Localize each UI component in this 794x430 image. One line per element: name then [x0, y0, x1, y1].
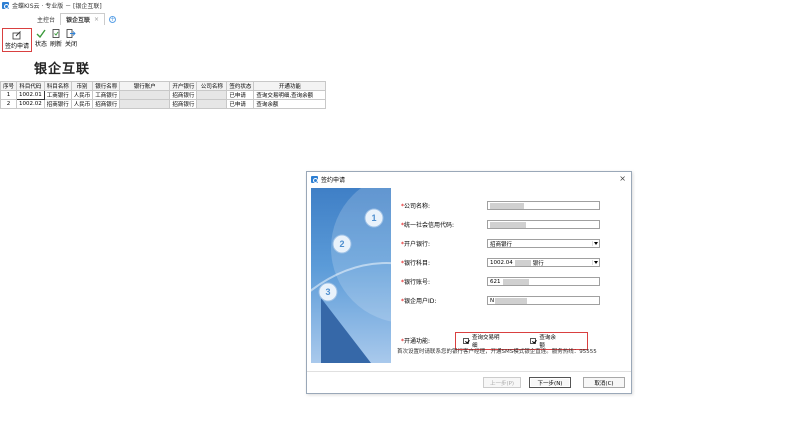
close-button[interactable]: 关闭 — [65, 28, 77, 48]
open-bank-select[interactable]: 招商银行 — [487, 239, 600, 248]
window-title: 金蝶KIS云 · 专业版 － [银企互联] — [12, 3, 102, 10]
cell-sign-status: 已申请 — [226, 90, 255, 100]
table-row[interactable]: 2 1002.02 招商银行 人民币 招商银行 招商银行 已申请 查询余额 — [0, 99, 327, 109]
col-header: 科目代码 — [16, 81, 45, 91]
cell-functions: 查询交易明细,查询余额 — [253, 90, 327, 100]
chevron-down-icon[interactable] — [592, 241, 598, 246]
cell-bank-name: 招商银行 — [92, 99, 121, 109]
tab-console[interactable]: 主控台 — [32, 13, 60, 25]
refresh-button[interactable]: 刷新 — [50, 28, 62, 48]
cell-bank-name: 工商银行 — [92, 90, 121, 100]
cell-subject-name: 工商银行 — [43, 90, 72, 100]
cell-open-bank: 招商银行 — [169, 90, 198, 100]
refresh-icon — [51, 28, 61, 38]
cell-subject-code[interactable]: 1002.01 — [16, 90, 45, 100]
tab-close-icon[interactable]: × — [94, 16, 99, 23]
dialog-close-icon[interactable]: × — [619, 174, 626, 183]
open-bank-row: *开户银行: — [401, 241, 431, 248]
ent-user-id-input[interactable]: N — [487, 296, 600, 305]
prev-step-button[interactable]: 上一步(P) — [483, 377, 521, 388]
query-detail-checkbox[interactable]: 查询交易明细 — [463, 333, 504, 349]
functions-checkbox-group: 查询交易明细 查询余额 — [455, 332, 588, 350]
chevron-down-icon[interactable] — [592, 260, 598, 265]
col-header: 签约状态 — [226, 81, 255, 91]
edit-icon — [12, 30, 22, 40]
step-number: 2 — [339, 239, 344, 249]
cell-company — [196, 90, 228, 100]
col-header: 公司名称 — [196, 81, 228, 91]
page-title: 银企互联 — [34, 62, 91, 77]
col-header: 科目名称 — [43, 81, 72, 91]
sign-apply-button[interactable]: 签约申请 — [2, 28, 33, 52]
credit-code-row: *统一社会信用代码: — [401, 222, 455, 229]
dialog-app-icon — [311, 175, 318, 183]
col-header: 开通功能 — [253, 81, 327, 91]
query-balance-checkbox[interactable]: 查询余额 — [530, 333, 561, 349]
cell-bank-account — [119, 90, 171, 100]
col-header: 银行账户 — [119, 81, 171, 91]
dialog-title: 签约申请 — [321, 176, 346, 184]
table-header-row: 序号 科目代码 科目名称 币别 银行名称 银行账户 开户银行 公司名称 签约状态… — [0, 81, 327, 91]
app-logo-icon — [2, 2, 9, 9]
company-name-input[interactable] — [487, 201, 600, 210]
status-button[interactable]: 状态 — [35, 28, 47, 48]
tab-bank-enterprise[interactable]: 银企互联 × — [60, 13, 106, 25]
col-header: 开户银行 — [169, 81, 198, 91]
cell-subject-name: 招商银行 — [43, 99, 72, 109]
cancel-button[interactable]: 取消(C) — [583, 377, 625, 388]
bank-account-table: 序号 科目代码 科目名称 币别 银行名称 银行账户 开户银行 公司名称 签约状态… — [0, 81, 327, 109]
company-row: *公司名称: — [401, 203, 431, 210]
step-number: 3 — [325, 287, 330, 297]
credit-code-input[interactable] — [487, 220, 600, 229]
service-hint-text: 首次设置时请联系您的银行客户经理，开通SMS模式银企直连。服务热线：95555 — [397, 349, 597, 355]
ent-user-row: *银企用户ID: — [401, 298, 437, 305]
col-header: 银行名称 — [92, 81, 121, 91]
tab-bar: 主控台 银企互联 × + — [0, 12, 794, 25]
cell-currency: 人民币 — [70, 99, 94, 109]
wizard-banner-image: 1 2 3 — [311, 188, 391, 363]
bank-account-input[interactable]: 621 — [487, 277, 600, 286]
table-row[interactable]: 1 1002.01 工商银行 人民币 工商银行 招商银行 已申请 查询交易明细,… — [0, 90, 327, 100]
bank-subject-select[interactable]: 1002.04 银行 — [487, 258, 600, 267]
sign-apply-dialog: 签约申请 × 1 2 3 *公司名称: *统一社会信用代码: *开户银行: 招商… — [306, 171, 632, 394]
dialog-form: *公司名称: *统一社会信用代码: *开户银行: 招商银行 *银行科目: 100… — [397, 186, 631, 366]
dialog-footer: 上一步(P) 下一步(N) 取消(C) — [307, 371, 631, 393]
dialog-titlebar: 签约申请 × — [307, 172, 631, 186]
cell-company — [196, 99, 228, 109]
add-tab-icon[interactable]: + — [109, 16, 117, 23]
cell-index: 2 — [0, 99, 18, 109]
cell-open-bank: 招商银行 — [169, 99, 198, 109]
status-icon — [36, 28, 46, 38]
exit-icon — [66, 28, 76, 38]
toolbar: 签约申请 状态 刷新 关闭 — [0, 26, 794, 53]
title-bar: 金蝶KIS云 · 专业版 － [银企互联] — [0, 0, 794, 11]
bank-account-row: *银行账号: — [401, 279, 431, 286]
bank-subject-row: *银行科目: — [401, 260, 431, 267]
step-number: 1 — [371, 213, 376, 223]
checkbox-checked-icon[interactable] — [530, 338, 537, 344]
checkbox-checked-icon[interactable] — [463, 338, 469, 344]
cell-index: 1 — [0, 90, 18, 100]
cell-currency: 人民币 — [70, 90, 94, 100]
col-header: 序号 — [0, 81, 18, 91]
next-step-button[interactable]: 下一步(N) — [529, 377, 571, 388]
cell-sign-status: 已申请 — [226, 99, 255, 109]
cell-subject-code[interactable]: 1002.02 — [16, 99, 45, 109]
col-header: 币别 — [70, 81, 94, 91]
cell-functions: 查询余额 — [253, 99, 327, 109]
cell-bank-account — [119, 99, 171, 109]
